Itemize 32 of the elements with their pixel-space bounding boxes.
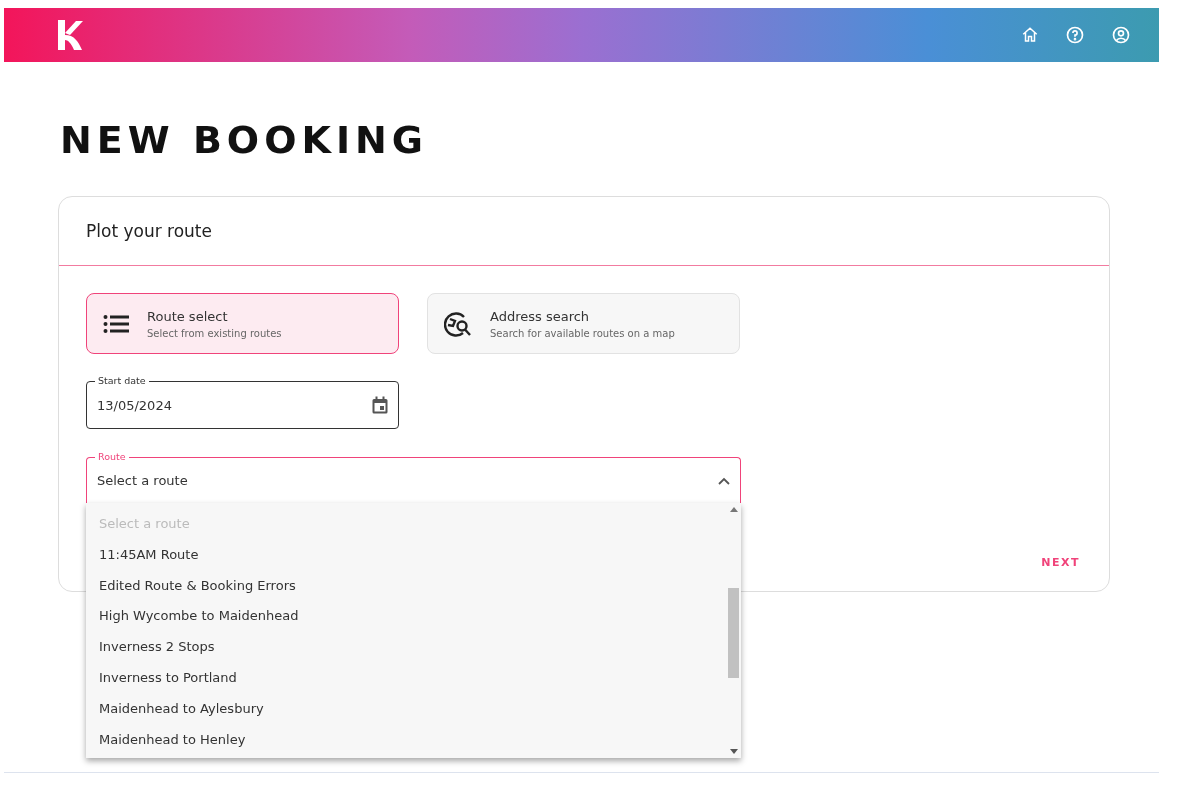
mode-subtitle: Search for available routes on a map [490, 327, 675, 339]
dropdown-option[interactable]: Maidenhead to Aylesbury [86, 693, 726, 725]
mode-title: Route select [147, 308, 229, 324]
mode-subtitle: Select from existing routes [147, 327, 282, 339]
dropdown-option[interactable]: Maidenhead to Henley [86, 724, 726, 756]
help-icon[interactable] [1065, 25, 1085, 45]
dropdown-option[interactable]: Edited Route & Booking Errors [86, 570, 726, 602]
chevron-icon [718, 476, 730, 485]
globe-search-icon [444, 310, 472, 337]
scroll-up-icon[interactable] [729, 507, 738, 512]
mode-option[interactable]: Address search Search for available routes on a map [427, 293, 740, 354]
mode-option[interactable]: Route select Select from existing routes [86, 293, 399, 354]
home-icon[interactable] [1021, 26, 1039, 44]
calendar-icon[interactable] [372, 396, 388, 414]
logo-icon[interactable] [56, 19, 84, 51]
dropdown-option[interactable]: Inverness 2 Stops [86, 632, 726, 663]
scroll-down-icon[interactable] [729, 749, 738, 754]
card-title: Plot your route [86, 221, 212, 241]
list-icon [103, 313, 129, 334]
field-value: 13/05/2024 [97, 397, 172, 413]
mode-title: Address search [490, 308, 591, 324]
field-label: Start date [95, 375, 149, 387]
dropdown-option[interactable]: Inverness to Portland [86, 663, 726, 694]
field-label: Route [95, 451, 129, 463]
next-button[interactable]: NEXT [1039, 552, 1082, 573]
page-title: NEW BOOKING [60, 118, 429, 162]
scrollbar-thumb[interactable] [728, 587, 739, 678]
dropdown-option[interactable]: 11:45AM Route [86, 539, 726, 571]
account-icon[interactable] [1111, 25, 1131, 45]
field-value: Select a route [97, 473, 188, 488]
dropdown-option[interactable]: High Wycombe to Maidenhead [86, 601, 726, 633]
dropdown-option: Select a route [86, 509, 726, 540]
